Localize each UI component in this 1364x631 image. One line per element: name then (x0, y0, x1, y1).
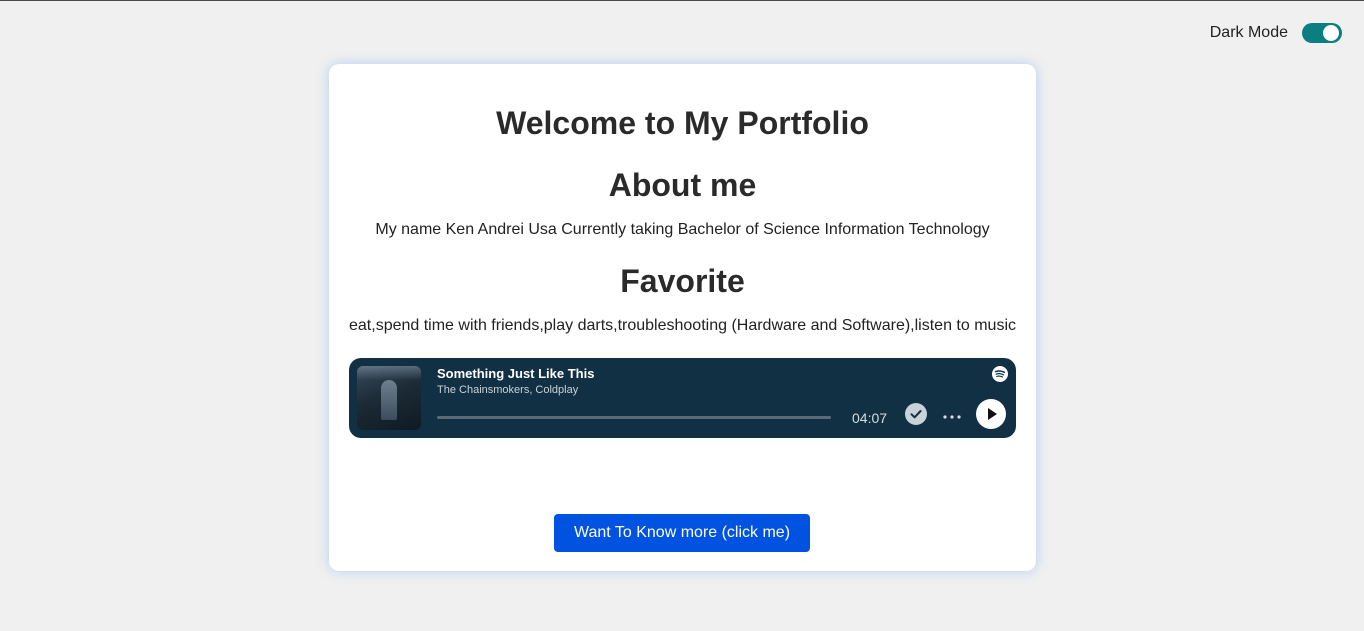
portfolio-card: Welcome to My Portfolio About me My name… (329, 64, 1036, 571)
progress-bar[interactable] (437, 416, 831, 419)
dark-mode-control: Dark Mode (1210, 23, 1342, 43)
favorite-heading: Favorite (620, 263, 745, 299)
toggle-knob (1323, 25, 1339, 41)
cover-figure (381, 380, 397, 420)
about-text: My name Ken Andrei Usa Currently taking … (375, 221, 990, 238)
play-button[interactable] (976, 399, 1006, 429)
track-artist[interactable]: The Chainsmokers, Coldplay (437, 384, 578, 396)
check-circle-icon[interactable] (905, 403, 927, 425)
play-icon (988, 408, 997, 420)
spotify-icon[interactable] (992, 366, 1008, 382)
about-heading: About me (608, 167, 757, 203)
know-more-button[interactable]: Want To Know more (click me) (554, 514, 810, 552)
dark-mode-label: Dark Mode (1209, 24, 1288, 41)
spotify-embed-player: Something Just Like This The Chainsmoker… (349, 358, 1016, 438)
track-title[interactable]: Something Just Like This (437, 366, 594, 381)
album-cover[interactable] (357, 366, 421, 430)
cover-sky (357, 366, 421, 380)
more-dots-icon[interactable] (941, 404, 963, 426)
dark-mode-toggle[interactable] (1302, 23, 1342, 43)
track-duration: 04:07 (852, 410, 888, 426)
page-title: Welcome to My Portfolio (496, 105, 869, 141)
favorite-text: eat,spend time with friends,play darts,t… (349, 317, 1016, 334)
